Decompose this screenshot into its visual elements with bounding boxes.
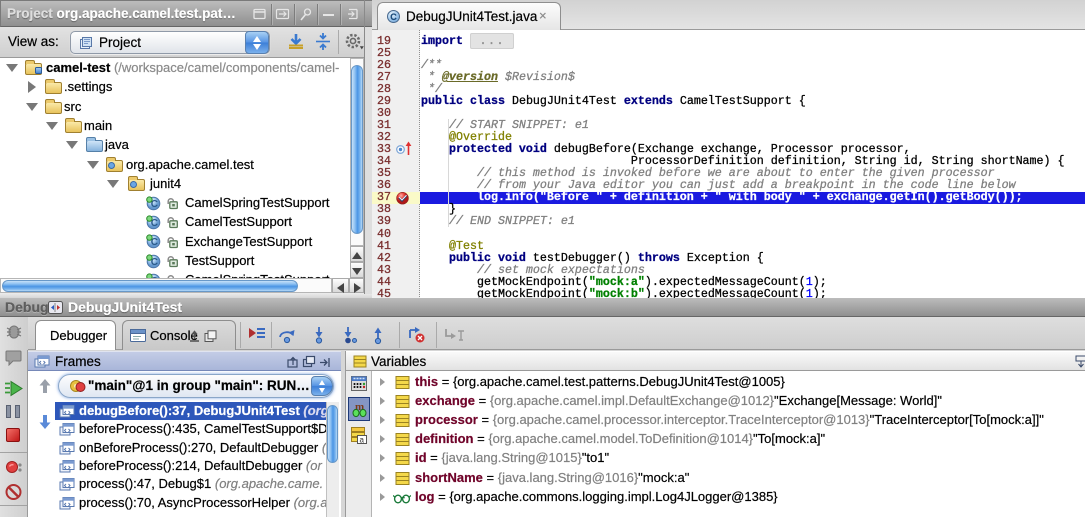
svg-text:a: a [360,436,365,445]
